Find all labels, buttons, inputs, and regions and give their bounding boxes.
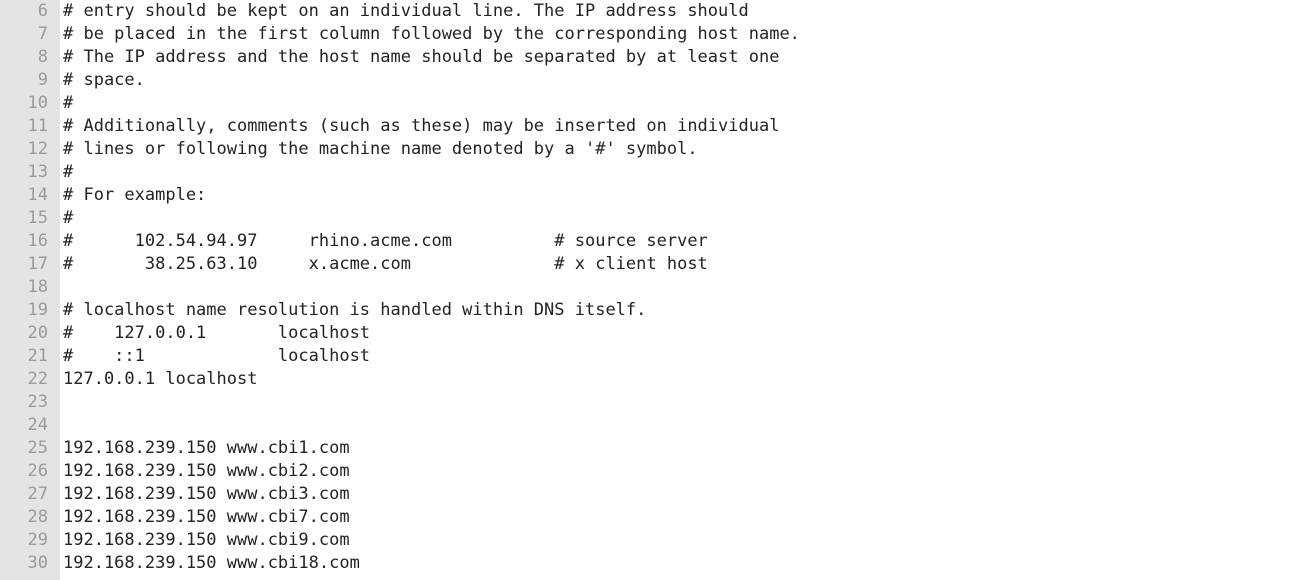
line-number: 15 bbox=[27, 208, 48, 228]
code-line[interactable]: 12 # lines or following the machine name … bbox=[0, 138, 1306, 161]
line-text[interactable]: # Additionally, comments (such as these)… bbox=[63, 115, 779, 138]
code-line[interactable]: 17 # 38.25.63.10 x.acme.com # x client ho… bbox=[0, 253, 1306, 276]
line-number: 20 bbox=[27, 323, 48, 343]
line-text[interactable]: # 38.25.63.10 x.acme.com # x client host bbox=[63, 253, 708, 276]
code-line[interactable]: 29 192.168.239.150 www.cbi9.com bbox=[0, 529, 1306, 552]
line-number: 17 bbox=[27, 254, 48, 274]
line-number: 25 bbox=[27, 438, 48, 458]
code-line[interactable]: 22 127.0.0.1 localhost bbox=[0, 368, 1306, 391]
line-number: 21 bbox=[27, 346, 48, 366]
code-line[interactable]: 19 # localhost name resolution is handled… bbox=[0, 299, 1306, 322]
code-line[interactable]: 11 # Additionally, comments (such as thes… bbox=[0, 115, 1306, 138]
line-text[interactable]: # entry should be kept on an individual … bbox=[63, 0, 749, 23]
code-line[interactable]: 13 # bbox=[0, 161, 1306, 184]
line-number: 14 bbox=[27, 185, 48, 205]
line-number: 8 bbox=[37, 47, 48, 67]
line-number: 29 bbox=[27, 530, 48, 550]
line-number: 6 bbox=[37, 1, 48, 21]
code-line[interactable]: 10 # bbox=[0, 92, 1306, 115]
code-line[interactable]: 26 192.168.239.150 www.cbi2.com bbox=[0, 460, 1306, 483]
text-editor[interactable]: 6 # entry should be kept on an individual… bbox=[0, 0, 1306, 580]
line-number: 10 bbox=[27, 93, 48, 113]
line-text[interactable]: # For example: bbox=[63, 184, 206, 207]
code-line[interactable]: 15 # bbox=[0, 207, 1306, 230]
line-text[interactable]: 192.168.239.150 www.cbi9.com bbox=[63, 529, 350, 552]
line-number: 30 bbox=[27, 553, 48, 573]
code-line[interactable]: 27 192.168.239.150 www.cbi3.com bbox=[0, 483, 1306, 506]
line-text[interactable]: 192.168.239.150 www.cbi2.com bbox=[63, 460, 350, 483]
line-text[interactable]: # 102.54.94.97 rhino.acme.com # source s… bbox=[63, 230, 708, 253]
line-text[interactable]: # bbox=[63, 207, 73, 230]
code-line[interactable]: 28 192.168.239.150 www.cbi7.com bbox=[0, 506, 1306, 529]
line-text[interactable]: # be placed in the first column followed… bbox=[63, 23, 800, 46]
code-line[interactable]: 30 192.168.239.150 www.cbi18.com bbox=[0, 552, 1306, 575]
code-line[interactable]: 20 # 127.0.0.1 localhost bbox=[0, 322, 1306, 345]
code-line[interactable]: 25 192.168.239.150 www.cbi1.com bbox=[0, 437, 1306, 460]
line-text[interactable]: 192.168.239.150 www.cbi3.com bbox=[63, 483, 350, 506]
line-number: 19 bbox=[27, 300, 48, 320]
line-number: 18 bbox=[27, 277, 48, 297]
line-number: 23 bbox=[27, 392, 48, 412]
code-line[interactable]: 18 bbox=[0, 276, 1306, 299]
line-text[interactable]: # space. bbox=[63, 69, 145, 92]
code-line[interactable]: 8 # The IP address and the host name shou… bbox=[0, 46, 1306, 69]
code-content-area[interactable]: 6 # entry should be kept on an individual… bbox=[0, 0, 1306, 580]
line-number: 11 bbox=[27, 116, 48, 136]
line-text[interactable]: 127.0.0.1 localhost bbox=[63, 368, 257, 391]
line-number: 28 bbox=[27, 507, 48, 527]
line-text[interactable]: # bbox=[63, 92, 73, 115]
line-text[interactable]: 192.168.239.150 www.cbi18.com bbox=[63, 552, 360, 575]
line-number: 26 bbox=[27, 461, 48, 481]
line-number: 27 bbox=[27, 484, 48, 504]
line-number: 12 bbox=[27, 139, 48, 159]
line-text[interactable]: # ::1 localhost bbox=[63, 345, 370, 368]
line-text[interactable]: # lines or following the machine name de… bbox=[63, 138, 698, 161]
line-number: 22 bbox=[27, 369, 48, 389]
line-text[interactable]: # The IP address and the host name shoul… bbox=[63, 46, 779, 69]
code-line[interactable]: 6 # entry should be kept on an individual… bbox=[0, 0, 1306, 23]
code-line[interactable]: 24 bbox=[0, 414, 1306, 437]
code-line[interactable]: 23 bbox=[0, 391, 1306, 414]
line-text[interactable]: 192.168.239.150 www.cbi1.com bbox=[63, 437, 350, 460]
line-text[interactable]: 192.168.239.150 www.cbi7.com bbox=[63, 506, 350, 529]
code-line[interactable]: 16 # 102.54.94.97 rhino.acme.com # source… bbox=[0, 230, 1306, 253]
line-text[interactable]: # 127.0.0.1 localhost bbox=[63, 322, 370, 345]
line-text[interactable]: # bbox=[63, 161, 73, 184]
line-number: 16 bbox=[27, 231, 48, 251]
line-number: 9 bbox=[37, 70, 48, 90]
line-text[interactable]: # localhost name resolution is handled w… bbox=[63, 299, 646, 322]
code-line[interactable]: 14 # For example: bbox=[0, 184, 1306, 207]
line-number: 24 bbox=[27, 415, 48, 435]
line-number: 7 bbox=[37, 24, 48, 44]
code-line[interactable]: 7 # be placed in the first column followe… bbox=[0, 23, 1306, 46]
line-number: 13 bbox=[27, 162, 48, 182]
code-line[interactable]: 21 # ::1 localhost bbox=[0, 345, 1306, 368]
code-line[interactable]: 9 # space. bbox=[0, 69, 1306, 92]
